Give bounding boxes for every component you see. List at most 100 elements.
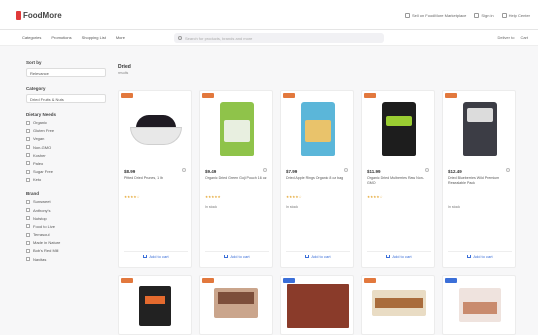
cart-link[interactable]: Cart xyxy=(520,35,528,40)
product-image[interactable] xyxy=(451,99,509,159)
checkbox[interactable] xyxy=(26,216,30,221)
nav-items: Categories Promotions Shopping List More xyxy=(22,35,125,40)
product-image[interactable] xyxy=(372,290,426,316)
brand-option[interactable]: Made in Nature xyxy=(26,240,110,245)
diet-filter: Dietary Needs Organic Gluten Free Vegan … xyxy=(26,112,110,182)
product-name[interactable]: Organic Dried Mulberries Raw Non-GMO xyxy=(367,176,431,186)
nav-item-promotions[interactable]: Promotions xyxy=(51,35,71,40)
product-rating: ★★★★★ xyxy=(205,195,221,199)
category-select[interactable]: Dried Fruits & Nuts xyxy=(26,94,106,103)
product-price: $11.99 xyxy=(367,169,381,174)
nav-item-shopping-list[interactable]: Shopping List xyxy=(82,35,106,40)
product-rating: ★★★★☆ xyxy=(367,195,383,199)
diet-option[interactable]: Sugar Free xyxy=(26,169,110,174)
deal-badge xyxy=(445,93,457,98)
checkbox[interactable] xyxy=(26,161,30,166)
checkbox[interactable] xyxy=(26,248,30,253)
checkbox[interactable] xyxy=(26,240,30,245)
product-image[interactable] xyxy=(127,99,185,159)
deliver-to-link[interactable]: Deliver to xyxy=(498,35,515,40)
product-image[interactable] xyxy=(139,286,171,326)
checkbox[interactable] xyxy=(26,145,30,150)
product-name[interactable]: Pitted Dried Prunes, 1 lb xyxy=(124,176,188,181)
product-card[interactable]: $9.49 Organic Dried Green Goji Pouch 16 … xyxy=(199,90,273,268)
nav-item-categories[interactable]: Categories xyxy=(22,35,41,40)
search-input[interactable]: Search for products, brands and more xyxy=(185,36,252,41)
checkbox[interactable] xyxy=(26,136,30,141)
add-to-cart-button[interactable]: Add to cart xyxy=(367,251,431,261)
product-image[interactable] xyxy=(459,288,501,322)
product-image[interactable] xyxy=(208,99,266,159)
product-card[interactable]: $7.99 Dried Apple Rings Organic 8 oz bag… xyxy=(280,90,354,268)
stock-status: In stock xyxy=(448,205,461,209)
cart-icon xyxy=(143,255,148,258)
product-image[interactable] xyxy=(370,99,428,159)
product-price: $8.99 xyxy=(124,169,136,174)
sort-select[interactable]: Relevance xyxy=(26,68,106,77)
brand-option[interactable]: Bob's Red Mill xyxy=(26,248,110,253)
checkbox[interactable] xyxy=(26,169,30,174)
product-name[interactable]: Dried Blueberries Wild Premium Resealabl… xyxy=(448,176,512,186)
add-to-cart-button[interactable]: Add to cart xyxy=(124,251,188,261)
checkbox[interactable] xyxy=(26,128,30,133)
product-card[interactable] xyxy=(118,275,192,335)
brand-option[interactable]: Navitas xyxy=(26,257,110,262)
diet-option[interactable]: Organic xyxy=(26,120,110,125)
product-card[interactable]: $12.49 Dried Blueberries Wild Premium Re… xyxy=(442,90,516,268)
logo[interactable]: FoodMore xyxy=(16,11,62,20)
product-card[interactable]: $8.99 Pitted Dried Prunes, 1 lb ★★★★☆ Ad… xyxy=(118,90,192,268)
heart-icon[interactable] xyxy=(344,168,348,172)
brand-option[interactable]: Anthony's xyxy=(26,208,110,213)
deal-badge xyxy=(283,93,295,98)
diet-option[interactable]: Keto xyxy=(26,177,110,182)
search-bar[interactable]: Search for products, brands and more xyxy=(174,33,384,43)
blue-pouch-image xyxy=(301,102,335,156)
checkbox[interactable] xyxy=(26,120,30,125)
heart-icon[interactable] xyxy=(425,168,429,172)
brand-option[interactable]: Nutstop xyxy=(26,216,110,221)
product-name[interactable]: Organic Dried Green Goji Pouch 16 oz xyxy=(205,176,269,181)
add-to-cart-button[interactable]: Add to cart xyxy=(205,251,269,261)
heart-icon[interactable] xyxy=(506,168,510,172)
product-image[interactable] xyxy=(214,288,258,318)
brand-filter: Brand Sunsweet Anthony's Nutstop Food to… xyxy=(26,191,110,262)
brand-option[interactable]: Terrasoul xyxy=(26,232,110,237)
heart-icon[interactable] xyxy=(182,168,186,172)
product-card[interactable] xyxy=(280,275,354,335)
checkbox[interactable] xyxy=(26,153,30,158)
checkbox[interactable] xyxy=(26,199,30,204)
checkbox[interactable] xyxy=(26,177,30,182)
product-card[interactable] xyxy=(199,275,273,335)
product-image[interactable] xyxy=(289,99,347,159)
deal-badge xyxy=(121,278,133,283)
diet-option[interactable]: Vegan xyxy=(26,136,110,141)
diet-option[interactable]: Gluten Free xyxy=(26,128,110,133)
checkbox[interactable] xyxy=(26,232,30,237)
nav-item-more[interactable]: More xyxy=(116,35,125,40)
product-card[interactable]: $11.99 Organic Dried Mulberries Raw Non-… xyxy=(361,90,435,268)
cart-icon xyxy=(467,255,472,258)
heart-icon[interactable] xyxy=(263,168,267,172)
product-name[interactable]: Dried Apple Rings Organic 8 oz bag xyxy=(286,176,350,181)
deal-badge xyxy=(364,278,376,283)
diet-option[interactable]: Paleo xyxy=(26,161,110,166)
add-to-cart-button[interactable]: Add to cart xyxy=(286,251,350,261)
top-link-sell[interactable]: Sell on FoodMore Marketplace xyxy=(404,13,466,18)
brand-option[interactable]: Food to Live xyxy=(26,224,110,229)
diet-option[interactable]: Non-GMO xyxy=(26,145,110,150)
product-image[interactable] xyxy=(287,284,349,328)
brand-option[interactable]: Sunsweet xyxy=(26,199,110,204)
checkbox[interactable] xyxy=(26,208,30,212)
stock-status: In stock xyxy=(205,205,218,209)
checkbox[interactable] xyxy=(26,257,30,262)
add-to-cart-button[interactable]: Add to cart xyxy=(448,251,512,261)
prunes-bowl-image xyxy=(128,113,184,145)
green-pouch-image xyxy=(220,102,254,156)
results-count: results xyxy=(118,71,129,75)
checkbox[interactable] xyxy=(26,224,30,229)
diet-option[interactable]: Kosher xyxy=(26,153,110,158)
top-link-help[interactable]: Help Center xyxy=(501,13,530,18)
product-card[interactable] xyxy=(442,275,516,335)
top-link-signin[interactable]: Sign in xyxy=(474,13,494,18)
product-card[interactable] xyxy=(361,275,435,335)
